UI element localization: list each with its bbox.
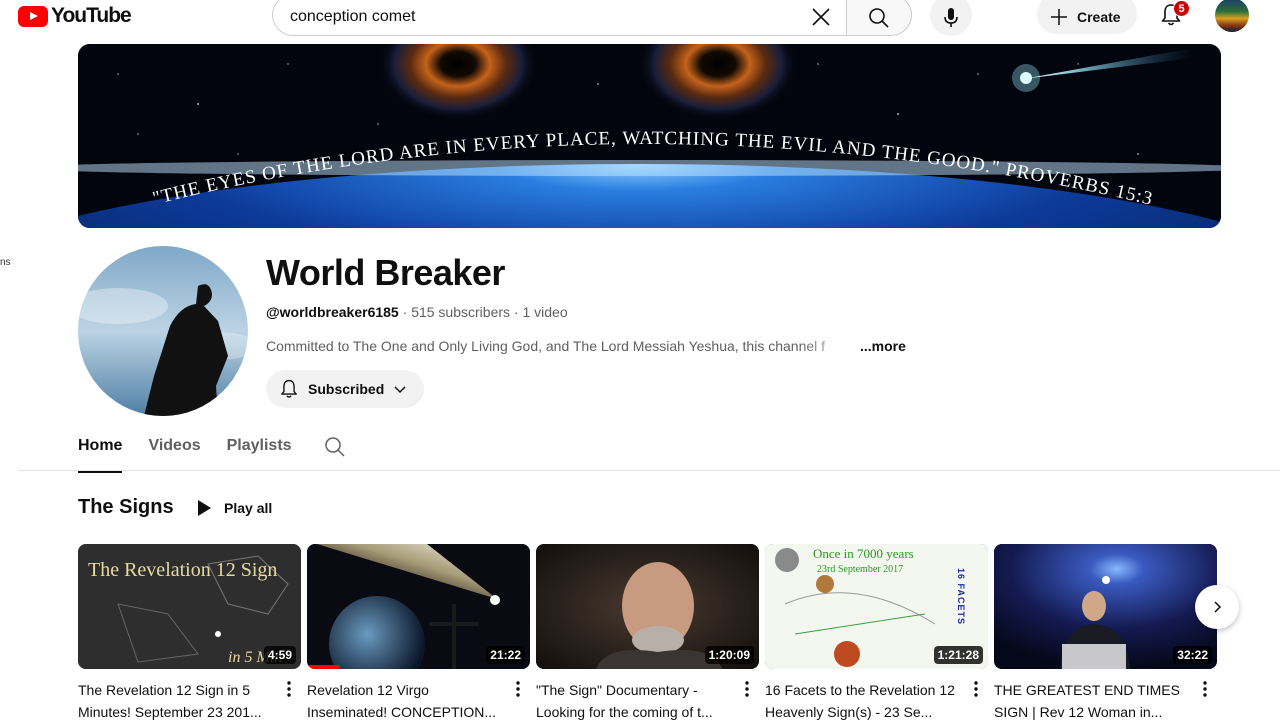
close-icon bbox=[812, 8, 830, 26]
search-bar bbox=[272, 0, 912, 36]
video-duration: 21:22 bbox=[486, 646, 525, 664]
video-card[interactable]: The Revelation 12 Sign in 5 Min 4:59 The… bbox=[78, 544, 301, 720]
more-link[interactable]: ...more bbox=[860, 338, 906, 354]
play-all-label: Play all bbox=[224, 500, 273, 516]
watch-progress-bar bbox=[307, 665, 341, 669]
meta-separator: · bbox=[402, 304, 408, 320]
account-avatar[interactable] bbox=[1215, 0, 1249, 32]
more-vertical-icon bbox=[516, 681, 520, 697]
subscriber-count: 515 subscribers bbox=[411, 304, 511, 320]
channel-banner: "THE EYES OF THE LORD ARE IN EVERY PLACE… bbox=[78, 44, 1221, 228]
video-duration: 1:21:28 bbox=[933, 646, 983, 664]
channel-description[interactable]: Committed to The One and Only Living God… bbox=[266, 338, 906, 354]
more-vertical-icon bbox=[287, 681, 291, 697]
video-duration: 1:20:09 bbox=[704, 646, 754, 664]
video-title[interactable]: The Revelation 12 Sign in 5 Minutes! Sep… bbox=[78, 679, 278, 720]
youtube-play-icon bbox=[18, 5, 48, 27]
video-title[interactable]: 16 Facets to the Revelation 12 Heavenly … bbox=[765, 679, 965, 720]
meta-separator: · bbox=[513, 304, 519, 320]
video-menu-button[interactable] bbox=[1194, 679, 1216, 720]
tab-videos[interactable]: Videos bbox=[148, 428, 200, 467]
more-vertical-icon bbox=[1203, 681, 1207, 697]
channel-avatar-image bbox=[78, 246, 248, 416]
plus-icon bbox=[1051, 9, 1067, 25]
play-icon bbox=[198, 500, 211, 516]
video-menu-button[interactable] bbox=[278, 679, 300, 720]
more-vertical-icon bbox=[745, 681, 749, 697]
channel-search-icon[interactable] bbox=[324, 436, 346, 458]
video-thumbnail[interactable]: Once in 7000 years 23rd September 2017 1… bbox=[765, 544, 988, 669]
bell-icon bbox=[281, 379, 297, 398]
thumb-side-text: 16 FACETS bbox=[956, 568, 966, 625]
search-input[interactable] bbox=[290, 4, 804, 26]
video-menu-button[interactable] bbox=[507, 679, 529, 720]
logo-text: YouTube bbox=[51, 4, 132, 27]
more-vertical-icon bbox=[974, 681, 978, 697]
video-thumbnail[interactable]: 1:20:09 bbox=[536, 544, 759, 669]
create-label: Create bbox=[1077, 9, 1121, 25]
subscribed-label: Subscribed bbox=[308, 381, 385, 397]
video-title[interactable]: THE GREATEST END TIMES SIGN | Rev 12 Wom… bbox=[994, 679, 1194, 720]
microphone-icon bbox=[944, 8, 958, 27]
video-shelf: The Revelation 12 Sign in 5 Min 4:59 The… bbox=[78, 544, 1217, 720]
video-title[interactable]: "The Sign" Documentary - Looking for the… bbox=[536, 679, 736, 720]
video-thumbnail[interactable]: 32:22 bbox=[994, 544, 1217, 669]
search-icon bbox=[869, 8, 889, 28]
video-title[interactable]: Revelation 12 Virgo Inseminated! CONCEPT… bbox=[307, 679, 507, 720]
notification-badge: 5 bbox=[1173, 0, 1190, 17]
tab-home[interactable]: Home bbox=[78, 428, 123, 473]
channel-meta: @worldbreaker6185 · 515 subscribers · 1 … bbox=[266, 304, 568, 320]
video-thumbnail[interactable]: The Revelation 12 Sign in 5 Min 4:59 bbox=[78, 544, 301, 669]
description-text: Committed to The One and Only Living God… bbox=[266, 338, 826, 354]
thumb-subtitle-text: 23rd September 2017 bbox=[817, 564, 903, 575]
video-menu-button[interactable] bbox=[965, 679, 987, 720]
thumb-title-text: Once in 7000 years bbox=[813, 546, 914, 561]
video-thumbnail[interactable]: 21:22 bbox=[307, 544, 530, 669]
section-title[interactable]: The Signs bbox=[78, 496, 174, 519]
tab-playlists[interactable]: Playlists bbox=[227, 428, 292, 467]
channel-handle: @worldbreaker6185 bbox=[266, 304, 399, 320]
video-card[interactable]: 1:20:09 "The Sign" Documentary - Looking… bbox=[536, 544, 759, 720]
tabs-divider bbox=[18, 470, 1280, 471]
banner-artwork: "THE EYES OF THE LORD ARE IN EVERY PLACE… bbox=[78, 44, 1221, 228]
create-button[interactable]: Create bbox=[1037, 0, 1137, 34]
masthead: YouTube Create 5 bbox=[0, 0, 1280, 36]
shelf-next-button[interactable] bbox=[1195, 585, 1239, 629]
voice-search-button[interactable] bbox=[930, 0, 972, 36]
video-duration: 32:22 bbox=[1173, 646, 1212, 664]
channel-name: World Breaker bbox=[266, 252, 505, 293]
clear-search-button[interactable] bbox=[804, 0, 838, 34]
subscribed-button[interactable]: Subscribed bbox=[266, 370, 425, 408]
video-card[interactable]: Once in 7000 years 23rd September 2017 1… bbox=[765, 544, 988, 720]
chevron-down-icon bbox=[394, 386, 406, 394]
youtube-logo[interactable]: YouTube bbox=[18, 4, 132, 28]
channel-avatar[interactable] bbox=[78, 246, 248, 416]
thumb-title-text: The Revelation 12 Sign bbox=[88, 559, 277, 581]
video-count: 1 video bbox=[522, 304, 568, 320]
video-menu-button[interactable] bbox=[736, 679, 758, 720]
video-duration: 4:59 bbox=[263, 646, 296, 664]
play-all-button[interactable]: Play all bbox=[196, 496, 272, 520]
sidebar-stub-text: ns bbox=[0, 257, 11, 268]
chevron-right-icon bbox=[1214, 601, 1222, 613]
video-card[interactable]: 32:22 THE GREATEST END TIMES SIGN | Rev … bbox=[994, 544, 1217, 720]
search-button[interactable] bbox=[846, 0, 912, 36]
video-card[interactable]: 21:22 Revelation 12 Virgo Inseminated! C… bbox=[307, 544, 530, 720]
channel-tabs: Home Videos Playlists bbox=[78, 428, 346, 473]
search-box[interactable] bbox=[272, 0, 846, 36]
